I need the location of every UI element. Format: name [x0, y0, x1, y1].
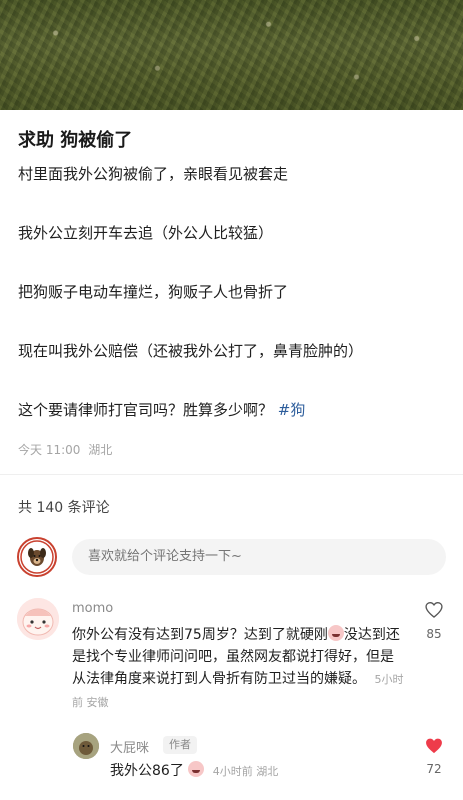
- author-badge: 作者: [163, 736, 197, 754]
- post-title: 求助 狗被偷了: [18, 130, 133, 151]
- commenter-name[interactable]: momo: [72, 601, 113, 616]
- comment-count: 共 140 条评论: [18, 500, 110, 516]
- like-count: 72: [426, 762, 442, 776]
- post-meta: 今天 11:00 湖北: [18, 441, 116, 458]
- comment-text-part: 你外公有没有达到75周岁？达到了就硬刚: [72, 627, 328, 643]
- my-avatar[interactable]: [17, 537, 57, 577]
- reply-author-avatar[interactable]: [73, 733, 99, 759]
- reply-author-name[interactable]: 大屁咪: [110, 737, 149, 756]
- like-count: 85: [426, 627, 442, 641]
- post-paragraph: 现在叫我外公赔偿（还被我外公打了，鼻青脸肿的）: [18, 342, 364, 360]
- reply-time: 4小时前 湖北: [212, 765, 279, 778]
- heart-outline-icon[interactable]: [424, 600, 444, 620]
- post-paragraph-text: 这个要请律师打官司吗？胜算多少啊？: [18, 401, 274, 419]
- post-time: 今天 11:00: [18, 443, 81, 457]
- post-paragraph: 村里面我外公狗被偷了，亲眼看见被套走: [18, 165, 289, 183]
- dog-avatar-icon: [20, 540, 54, 574]
- post-location: 湖北: [88, 443, 113, 457]
- cartoon-face-avatar-icon: [17, 598, 59, 640]
- laughing-emoji-icon: [188, 761, 205, 777]
- comment-text: 你外公有没有达到75周岁？达到了就硬刚 没达到还是找个专业律师问问吧，虽然网友都说…: [72, 624, 407, 714]
- comment-input[interactable]: [72, 539, 446, 575]
- reply-text-content: 我外公86了: [110, 763, 184, 779]
- commenter-avatar[interactable]: [17, 598, 59, 640]
- dog-photo-avatar-icon: [73, 733, 99, 759]
- post-paragraph: 我外公立刻开车去追（外公人比较猛）: [18, 224, 274, 242]
- reply-text: 我外公86了 4小时前 湖北: [110, 760, 278, 780]
- divider: [0, 474, 463, 475]
- post-cover-image[interactable]: [0, 0, 463, 110]
- hashtag-link[interactable]: #狗: [278, 401, 306, 419]
- laughing-emoji-icon: [327, 625, 344, 641]
- post-paragraph: 把狗贩子电动车撞烂，狗贩子人也骨折了: [18, 283, 289, 301]
- post-paragraph-last: 这个要请律师打官司吗？胜算多少啊？ #狗: [18, 399, 305, 420]
- heart-filled-icon[interactable]: [424, 736, 444, 756]
